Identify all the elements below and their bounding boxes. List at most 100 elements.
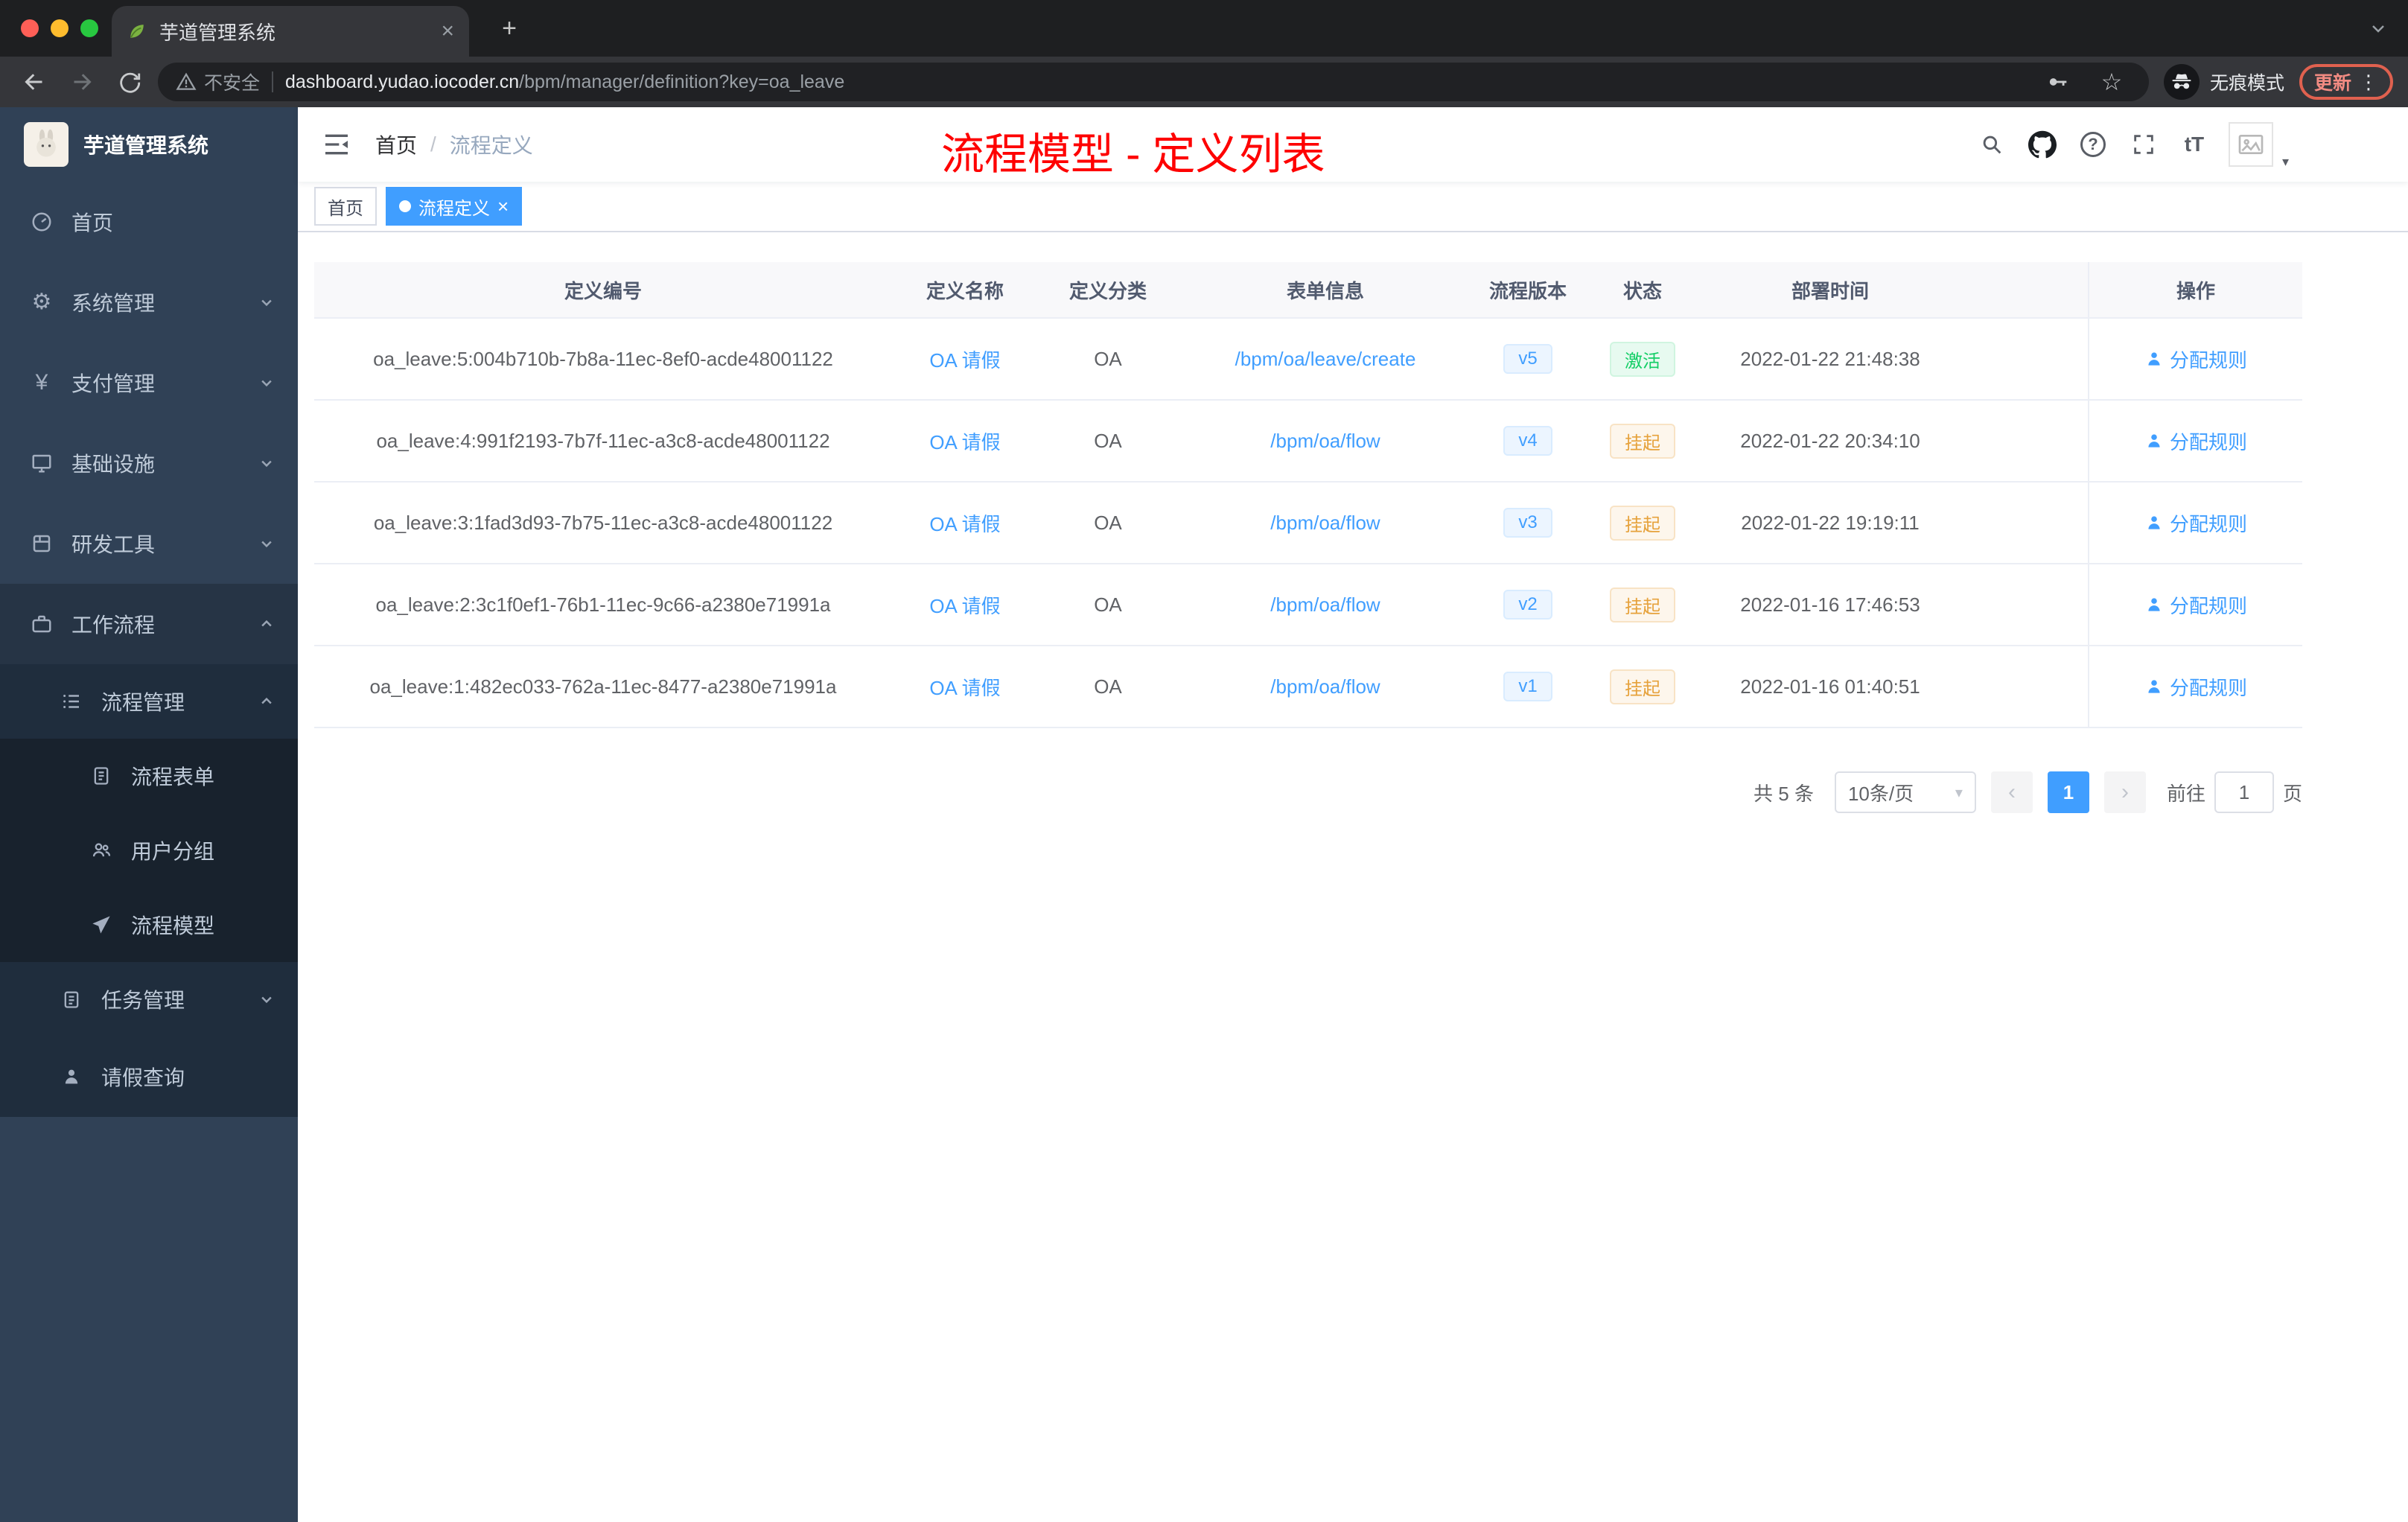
sidebar-item-process-management[interactable]: 流程管理: [0, 664, 298, 739]
definition-id: oa_leave:3:1fad3d93-7b75-11ec-a3c8-acde4…: [373, 511, 833, 534]
paper-plane-icon: [89, 914, 113, 935]
url-text: dashboard.yudao.iocoder.cn/bpm/manager/d…: [285, 71, 845, 92]
prev-page-button[interactable]: ‹: [1990, 771, 2033, 813]
breadcrumb-current: 流程定义: [449, 134, 533, 157]
tag-home[interactable]: 首页: [314, 187, 377, 226]
col-form-info: 表单信息: [1286, 279, 1364, 302]
incognito-indicator: 无痕模式: [2163, 64, 2284, 100]
col-definition-id: 定义编号: [564, 279, 642, 302]
assign-rule-button[interactable]: 分配规则: [2144, 591, 2247, 619]
goto-suffix: 页: [2282, 782, 2302, 805]
briefcase-icon: [30, 613, 54, 635]
help-icon[interactable]: ?: [2077, 128, 2109, 161]
forward-icon[interactable]: [63, 63, 101, 101]
form-info-link[interactable]: /bpm/oa/flow: [1270, 512, 1380, 535]
search-icon[interactable]: [1975, 128, 2008, 161]
gear-icon: ⚙: [31, 290, 52, 314]
tab-search-chevron-down-icon[interactable]: [2369, 19, 2387, 37]
new-tab-button[interactable]: +: [494, 13, 524, 43]
definition-category: OA: [1094, 429, 1122, 452]
update-button[interactable]: 更新 ⋮: [2299, 64, 2393, 100]
tag-close-icon[interactable]: ×: [497, 197, 509, 216]
chevron-down-icon: ▾: [1955, 784, 1963, 801]
sidebar-item-workflow[interactable]: 工作流程: [0, 584, 298, 664]
chevron-down-icon: [259, 992, 274, 1007]
table-row: oa_leave:3:1fad3d93-7b75-11ec-a3c8-acde4…: [314, 483, 2302, 564]
chevron-up-icon: [259, 617, 274, 631]
chevron-up-icon: [259, 694, 274, 709]
tag-process-definition[interactable]: 流程定义 ×: [386, 187, 523, 226]
form-info-link[interactable]: /bpm/oa/flow: [1270, 593, 1380, 617]
sidebar-item-user-group[interactable]: 用户分组: [0, 813, 298, 888]
sidebar-item-process-model[interactable]: 流程模型: [0, 888, 298, 962]
sidebar-item-devtools[interactable]: 研发工具: [0, 503, 298, 584]
window-minimize-button[interactable]: [51, 19, 69, 37]
definition-category: OA: [1094, 347, 1122, 370]
deploy-time: 2022-01-22 21:48:38: [1740, 347, 1920, 370]
status-badge: 挂起: [1610, 587, 1675, 623]
sidebar-item-process-form[interactable]: 流程表单: [0, 739, 298, 813]
window-close-button[interactable]: [21, 19, 39, 37]
assign-rule-button[interactable]: 分配规则: [2144, 427, 2247, 455]
breadcrumb-home[interactable]: 首页: [375, 130, 417, 159]
avatar-caret-down-icon[interactable]: ▾: [2282, 154, 2289, 170]
goto-label: 前往: [2166, 782, 2205, 805]
assign-rule-button[interactable]: 分配规则: [2144, 346, 2247, 373]
definition-name-link[interactable]: OA 请假: [929, 673, 1000, 701]
sidebar-item-leave-query[interactable]: 请假查询: [0, 1037, 298, 1117]
sidebar-item-task-management[interactable]: 任务管理: [0, 962, 298, 1037]
assign-rule-button[interactable]: 分配规则: [2144, 673, 2247, 701]
font-size-icon[interactable]: tT: [2178, 128, 2211, 161]
browser-toolbar: 不安全 dashboard.yudao.iocoder.cn/bpm/manag…: [0, 57, 2408, 107]
version-badge: v2: [1503, 590, 1552, 620]
col-status: 状态: [1622, 279, 1662, 302]
goto-page-input[interactable]: [2214, 771, 2274, 813]
warning-icon: [176, 71, 197, 92]
definition-category: OA: [1094, 675, 1122, 698]
definition-id: oa_leave:2:3c1f0ef1-76b1-11ec-9c66-a2380…: [375, 593, 831, 616]
definition-name-link[interactable]: OA 请假: [929, 591, 1000, 619]
user-avatar[interactable]: [2228, 122, 2273, 167]
status-badge: 激活: [1610, 341, 1675, 377]
definition-category: OA: [1094, 593, 1122, 616]
definition-id: oa_leave:4:991f2193-7b7f-11ec-a3c8-acde4…: [376, 429, 830, 452]
security-status[interactable]: 不安全: [176, 69, 260, 95]
users-icon: [89, 840, 113, 861]
browser-menu-dots-icon[interactable]: ⋮: [2359, 71, 2378, 94]
window-zoom-button[interactable]: [80, 19, 98, 37]
key-icon[interactable]: [2039, 63, 2077, 101]
sidebar-item-system[interactable]: ⚙ 系统管理: [0, 262, 298, 343]
definition-name-link[interactable]: OA 请假: [929, 427, 1000, 455]
bookmark-star-icon[interactable]: ☆: [2092, 63, 2131, 101]
address-bar[interactable]: 不安全 dashboard.yudao.iocoder.cn/bpm/manag…: [158, 63, 2149, 101]
form-info-link[interactable]: /bpm/oa/leave/create: [1235, 348, 1416, 371]
collapse-sidebar-icon[interactable]: [322, 130, 351, 159]
next-page-button[interactable]: ›: [2103, 771, 2146, 813]
clipboard-icon: [60, 989, 83, 1010]
document-icon: [89, 765, 113, 786]
sidebar-item-payment[interactable]: ¥ 支付管理: [0, 343, 298, 423]
sidebar-item-home[interactable]: 首页: [0, 182, 298, 262]
browser-tab[interactable]: 芋道管理系统 ×: [112, 6, 469, 57]
current-page-button[interactable]: 1: [2047, 771, 2089, 813]
tab-close-icon[interactable]: ×: [441, 20, 454, 42]
assign-rule-button[interactable]: 分配规则: [2144, 509, 2247, 537]
fullscreen-icon[interactable]: [2127, 128, 2160, 161]
tab-favicon-leaf-icon: [127, 21, 147, 42]
reload-icon[interactable]: [110, 63, 149, 101]
github-icon[interactable]: [2026, 128, 2059, 161]
page-size-select[interactable]: 10条/页 ▾: [1834, 771, 1976, 813]
logo-header: 芋道管理系统: [0, 107, 298, 182]
definition-name-link[interactable]: OA 请假: [929, 346, 1000, 373]
form-info-link[interactable]: /bpm/oa/flow: [1270, 430, 1380, 453]
status-badge: 挂起: [1610, 669, 1675, 704]
definition-name-link[interactable]: OA 请假: [929, 509, 1000, 537]
toolbox-icon: [30, 532, 54, 555]
sidebar-item-infrastructure[interactable]: 基础设施: [0, 423, 298, 503]
col-process-version: 流程版本: [1488, 279, 1567, 302]
app-header: 首页 / 流程定义 流程模型 - 定义列表 ? tT ▾: [298, 107, 2408, 182]
deploy-time: 2022-01-16 17:46:53: [1740, 593, 1920, 616]
form-info-link[interactable]: /bpm/oa/flow: [1270, 675, 1380, 698]
back-icon[interactable]: [15, 63, 54, 101]
main-area: 首页 / 流程定义 流程模型 - 定义列表 ? tT ▾ 首页 流程定义 × 定…: [298, 107, 2408, 1522]
